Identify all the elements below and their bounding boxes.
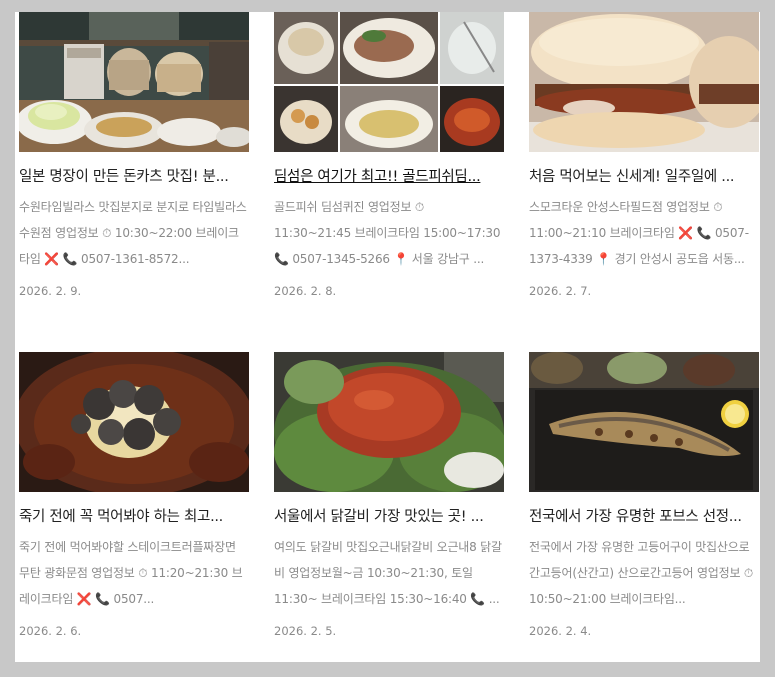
post-date: 2026. 2. 6. <box>19 624 82 638</box>
post-description: 전국에서 가장 유명한 고등어구이 맛집산으로간고등어(산간고) 산으로간고등어… <box>529 540 754 606</box>
post-date: 2026. 2. 4. <box>529 624 592 638</box>
post-description: 스모크타운 안성스타필드점 영업정보 ⏱ 11:00~21:10 브레이크타임 … <box>529 200 749 266</box>
post-card[interactable]: 딤섬은 여기가 최고!! 골드피쉬딤... 골드피쉬 딤섬퀴진 영업정보 ⏱ 1… <box>274 12 504 298</box>
post-title[interactable]: 서울에서 닭갈비 가장 맛있는 곳! ... <box>274 506 504 528</box>
post-thumbnail-truffle[interactable] <box>19 352 249 492</box>
post-date: 2026. 2. 5. <box>274 624 337 638</box>
post-description: 여의도 닭갈비 맛집오근내닭갈비 오근내8 닭갈비 영업정보월~금 10:30~… <box>274 540 502 606</box>
post-thumbnail-mackerel[interactable] <box>529 352 759 492</box>
post-description: 죽기 전에 먹어봐야할 스테이크트러플짜장면 무탄 광화문점 영업정보 ⏱ 11… <box>19 540 243 606</box>
post-grid: 일본 명장이 만든 돈카츠 맛집! 분... 수원타임빌라스 맛집분지로 분지로… <box>15 12 760 662</box>
post-card[interactable]: 죽기 전에 꼭 먹어봐야 하는 최고... 죽기 전에 먹어봐야할 스테이크트러… <box>19 352 249 638</box>
post-date: 2026. 2. 9. <box>19 284 82 298</box>
post-thumbnail-dakgalbi[interactable] <box>274 352 504 492</box>
post-title[interactable]: 처음 먹어보는 신세계! 일주일에 ... <box>529 166 759 188</box>
post-card[interactable]: 서울에서 닭갈비 가장 맛있는 곳! ... 여의도 닭갈비 맛집오근내닭갈비 … <box>274 352 504 638</box>
post-thumbnail-dimsum[interactable] <box>274 12 504 152</box>
post-thumbnail-tonkatsu[interactable] <box>19 12 249 152</box>
post-description: 골드피쉬 딤섬퀴진 영업정보 ⏱ 11:30~21:45 브레이크타임 15:0… <box>274 200 501 266</box>
post-date: 2026. 2. 8. <box>274 284 337 298</box>
post-card[interactable]: 전국에서 가장 유명한 포브스 선정... 전국에서 가장 유명한 고등어구이 … <box>529 352 759 638</box>
post-title[interactable]: 일본 명장이 만든 돈카츠 맛집! 분... <box>19 166 249 188</box>
post-description: 수원타임빌라스 맛집분지로 분지로 타임빌라스 수원점 영업정보 ⏱ 10:30… <box>19 200 247 266</box>
post-card[interactable]: 처음 먹어보는 신세계! 일주일에 ... 스모크타운 안성스타필드점 영업정보… <box>529 12 759 298</box>
post-date: 2026. 2. 7. <box>529 284 592 298</box>
post-thumbnail-burger[interactable] <box>529 12 759 152</box>
post-title[interactable]: 전국에서 가장 유명한 포브스 선정... <box>529 506 759 528</box>
post-card[interactable]: 일본 명장이 만든 돈카츠 맛집! 분... 수원타임빌라스 맛집분지로 분지로… <box>19 12 249 298</box>
post-title[interactable]: 죽기 전에 꼭 먹어봐야 하는 최고... <box>19 506 249 528</box>
post-title[interactable]: 딤섬은 여기가 최고!! 골드피쉬딤... <box>274 166 504 188</box>
